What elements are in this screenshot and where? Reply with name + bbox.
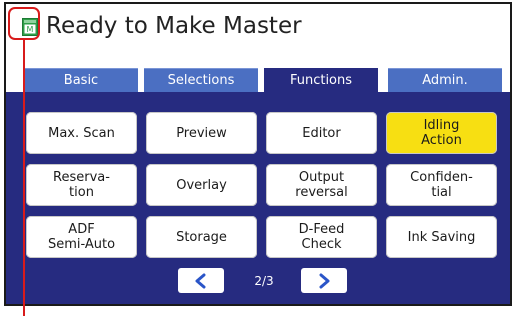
chevron-right-icon <box>319 273 330 288</box>
status-header: M Ready to Make Master <box>6 4 510 66</box>
output-reversal-button[interactable]: Output reversal <box>266 164 377 206</box>
editor-button[interactable]: Editor <box>266 112 377 154</box>
tab-selections[interactable]: Selections <box>144 68 258 92</box>
ink-saving-button[interactable]: Ink Saving <box>386 216 497 258</box>
touch-panel-screen: M Ready to Make Master Basic Selections … <box>4 2 512 306</box>
storage-button[interactable]: Storage <box>146 216 257 258</box>
max-scan-button[interactable]: Max. Scan <box>26 112 137 154</box>
page-indicator: 2/3 <box>254 274 274 288</box>
d-feed-check-button[interactable]: D-Feed Check <box>266 216 377 258</box>
tab-admin[interactable]: Admin. <box>388 68 502 92</box>
overlay-button[interactable]: Overlay <box>146 164 257 206</box>
tab-basic[interactable]: Basic <box>24 68 138 92</box>
functions-panel: Max. Scan Preview Editor Idling Action R… <box>6 92 510 304</box>
next-page-button[interactable] <box>301 268 347 293</box>
preview-button[interactable]: Preview <box>146 112 257 154</box>
idling-action-button[interactable]: Idling Action <box>386 112 497 154</box>
callout-leader-line <box>23 40 25 316</box>
page-title: Ready to Make Master <box>46 13 302 39</box>
tab-bar: Basic Selections Functions Admin. <box>6 68 510 92</box>
chevron-left-icon <box>195 273 206 288</box>
tab-functions[interactable]: Functions <box>264 68 378 92</box>
adf-semi-auto-button[interactable]: ADF Semi-Auto <box>26 216 137 258</box>
confidential-button[interactable]: Confiden- tial <box>386 164 497 206</box>
reservation-button[interactable]: Reserva- tion <box>26 164 137 206</box>
previous-page-button[interactable] <box>178 268 224 293</box>
callout-highlight-box <box>8 7 40 40</box>
